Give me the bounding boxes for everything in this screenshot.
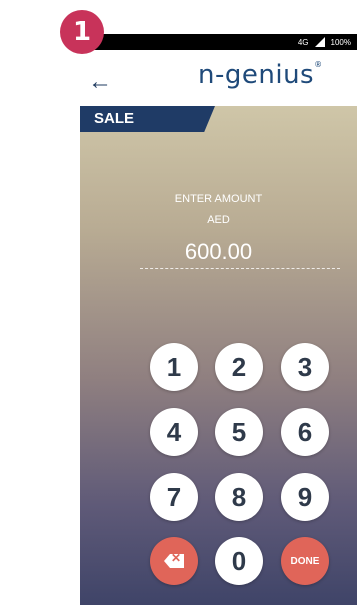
key-0[interactable]: 0 — [215, 537, 263, 585]
key-9[interactable]: 9 — [281, 473, 329, 521]
app-bar: ← n-genius® — [80, 50, 357, 112]
logo-registered-mark: ® — [314, 60, 323, 69]
done-button[interactable]: DONE — [281, 537, 329, 585]
key-6[interactable]: 6 — [281, 408, 329, 456]
key-3[interactable]: 3 — [281, 343, 329, 391]
currency-label: AED — [207, 214, 230, 226]
key-1[interactable]: 1 — [150, 343, 198, 391]
amount-entry-panel: SALE ENTER AMOUNT AED 600.00 1 2 3 4 5 6… — [80, 106, 357, 605]
back-arrow-icon[interactable]: ← — [88, 70, 112, 94]
key-7[interactable]: 7 — [150, 473, 198, 521]
key-8[interactable]: 8 — [215, 473, 263, 521]
key-5[interactable]: 5 — [215, 408, 263, 456]
battery-indicator: 100% — [330, 37, 351, 47]
screen: 1 4G 100% ← n-genius® SALE ENTER AMOUNT … — [0, 0, 359, 605]
delete-button[interactable]: ✕ — [150, 537, 198, 585]
network-indicator: 4G — [297, 37, 309, 47]
signal-icon — [314, 37, 325, 47]
ngenius-logo: n-genius® — [198, 60, 323, 90]
sale-tab[interactable]: SALE — [80, 106, 215, 132]
key-4[interactable]: 4 — [150, 408, 198, 456]
amount-value: 600.00 — [184, 239, 253, 264]
amount-underline — [140, 268, 340, 269]
backspace-icon: ✕ — [164, 554, 184, 568]
logo-text: n-genius — [198, 60, 315, 90]
key-2[interactable]: 2 — [215, 343, 263, 391]
step-badge: 1 — [60, 10, 104, 54]
status-bar: 4G 100% — [80, 34, 357, 50]
enter-amount-label: ENTER AMOUNT — [174, 193, 263, 205]
phone-screen: 4G 100% ← n-genius® SALE ENTER AMOUNT AE… — [80, 34, 357, 605]
